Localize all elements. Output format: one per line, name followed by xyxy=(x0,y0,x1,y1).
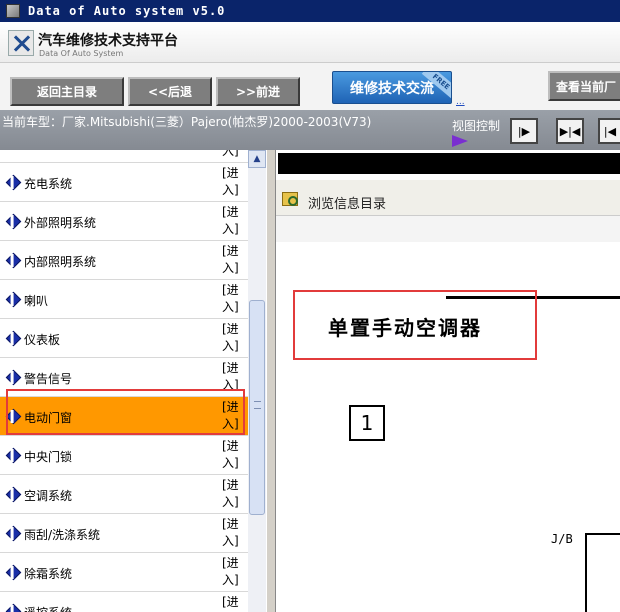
list-item[interactable]: 遥控系统 [进入] xyxy=(0,592,248,612)
list-item-label: 喇叭 xyxy=(24,294,49,308)
diamond-bullet-icon xyxy=(5,603,22,612)
selection-highlight-outline xyxy=(6,389,245,435)
forward-button[interactable]: >>前进 xyxy=(216,77,300,106)
enter-link[interactable]: [进入] xyxy=(222,282,244,316)
window-title-bar: Data of Auto system v5.0 xyxy=(0,0,620,22)
pane-splitter[interactable] xyxy=(266,150,276,612)
enter-link[interactable]: [进入] xyxy=(222,321,244,355)
split-view-button[interactable]: ▶|◀ xyxy=(556,118,584,144)
more-link[interactable]: ... xyxy=(456,97,465,107)
tech-exchange-label: 维修技术交流 xyxy=(350,80,434,97)
list-item-label: 警告信号 xyxy=(24,372,73,386)
enter-link[interactable]: [进入] xyxy=(222,555,244,589)
list-item[interactable]: 中央门锁 [进入] xyxy=(0,436,248,475)
arrow-left-bar-icon: |◀ xyxy=(603,124,617,138)
list-item-label: 雨刮/洗涤系统 xyxy=(24,528,101,542)
list-item-label: 充电系统 xyxy=(24,177,73,191)
diamond-bullet-icon xyxy=(5,486,22,503)
diamond-bullet-icon xyxy=(5,447,22,464)
list-item-label: 内部照明系统 xyxy=(24,255,97,269)
list-item[interactable]: 雨刮/洗涤系统 [进入] xyxy=(0,514,248,553)
tools-logo-icon xyxy=(8,30,34,56)
grip-icon xyxy=(254,401,261,409)
junction-block-box xyxy=(585,533,620,612)
enter-link[interactable]: [进入] xyxy=(222,594,244,612)
current-model-bar: 当前车型：厂家.Mitsubishi(三菱）Pajero(帕杰罗)2000-20… xyxy=(0,110,620,150)
view-current-button[interactable]: 查看当前厂 xyxy=(548,71,620,101)
diamond-bullet-icon xyxy=(5,330,22,347)
list-item-label: 外部照明系统 xyxy=(24,216,97,230)
list-item-label: 仪表板 xyxy=(24,333,61,347)
view-control-label: 视图控制 xyxy=(452,119,501,133)
enter-link[interactable]: [进入] xyxy=(222,243,244,277)
app-title: 汽车维修技术支持平台 xyxy=(38,33,178,49)
list-item-label: 中央门锁 xyxy=(24,450,73,464)
current-model-text: 当前车型：厂家.Mitsubishi(三菱）Pajero(帕杰罗)2000-20… xyxy=(2,115,372,129)
list-item[interactable]: 仪表板 [进入] xyxy=(0,319,248,358)
figure-number-box: 1 xyxy=(349,405,385,441)
list-item[interactable]: 内部照明系统 [进入] xyxy=(0,241,248,280)
browse-info-title: 浏览信息目录 xyxy=(308,197,387,212)
enter-link[interactable]: [进入] xyxy=(222,516,244,550)
enter-link[interactable]: [进入] xyxy=(222,477,244,511)
navigation-bar: 返回主目录 <<后退 >>前进 维修技术交流 FREE ... 查看当前厂 xyxy=(0,62,620,110)
diamond-bullet-icon xyxy=(5,291,22,308)
list-item[interactable]: 空调系统 [进入] xyxy=(0,475,248,514)
app-header: 汽车维修技术支持平台 Data Of Auto System xyxy=(0,22,620,62)
list-item[interactable]: 充电系统 [进入] xyxy=(0,163,248,202)
list-item-label: 遥控系统 xyxy=(24,604,72,612)
list-item[interactable]: [进入] xyxy=(0,150,248,163)
heading-highlight-outline xyxy=(293,290,537,360)
split-arrows-icon: ▶|◀ xyxy=(559,124,581,138)
folder-search-icon xyxy=(282,192,298,206)
diamond-bullet-icon xyxy=(5,525,22,542)
collapse-left-button[interactable]: |▶ xyxy=(510,118,538,144)
list-item[interactable]: 喇叭 [进入] xyxy=(0,280,248,319)
scroll-thumb[interactable] xyxy=(249,300,265,515)
list-item-label: 除霜系统 xyxy=(24,567,73,581)
viewer-band xyxy=(276,216,620,242)
enter-link[interactable]: [进入] xyxy=(222,438,244,472)
diamond-bullet-icon xyxy=(5,174,22,191)
browse-info-header[interactable]: 浏览信息目录 xyxy=(276,180,620,216)
enter-link[interactable]: [进入] xyxy=(222,150,244,160)
list-item-label: 空调系统 xyxy=(24,489,73,503)
junction-block-label: J/B xyxy=(551,532,573,546)
diamond-bullet-icon xyxy=(5,369,22,386)
scroll-up-button[interactable]: ▲ xyxy=(248,150,266,168)
back-to-main-button[interactable]: 返回主目录 xyxy=(10,77,124,106)
app-icon xyxy=(6,4,20,18)
app-subtitle: Data Of Auto System xyxy=(39,49,124,58)
enter-link[interactable]: [进入] xyxy=(222,165,244,199)
viewer-top-bar xyxy=(278,153,620,174)
document-viewer-panel: 浏览信息目录 单置手动空调器 1 J/B xyxy=(276,150,620,612)
list-scrollbar[interactable]: ▲ xyxy=(248,150,266,612)
chevron-up-icon: ▲ xyxy=(253,154,261,164)
window-title: Data of Auto system v5.0 xyxy=(28,4,226,18)
diamond-bullet-icon xyxy=(5,564,22,581)
back-button[interactable]: <<后退 xyxy=(128,77,212,106)
arrow-right-bar-icon: |▶ xyxy=(517,124,531,138)
diamond-bullet-icon xyxy=(5,252,22,269)
diamond-bullet-icon xyxy=(5,213,22,230)
system-list-panel: [进入] 充电系统 [进入] 外部照明系统 [进入] 内部照明系统 [进入] 喇… xyxy=(0,150,266,612)
collapse-right-button[interactable]: |◀ xyxy=(598,118,620,144)
tech-exchange-button[interactable]: 维修技术交流 FREE xyxy=(332,71,452,104)
list-item[interactable]: 外部照明系统 [进入] xyxy=(0,202,248,241)
enter-link[interactable]: [进入] xyxy=(222,204,244,238)
view-control-arrow-icon xyxy=(452,135,468,147)
list-item[interactable]: 除霜系统 [进入] xyxy=(0,553,248,592)
